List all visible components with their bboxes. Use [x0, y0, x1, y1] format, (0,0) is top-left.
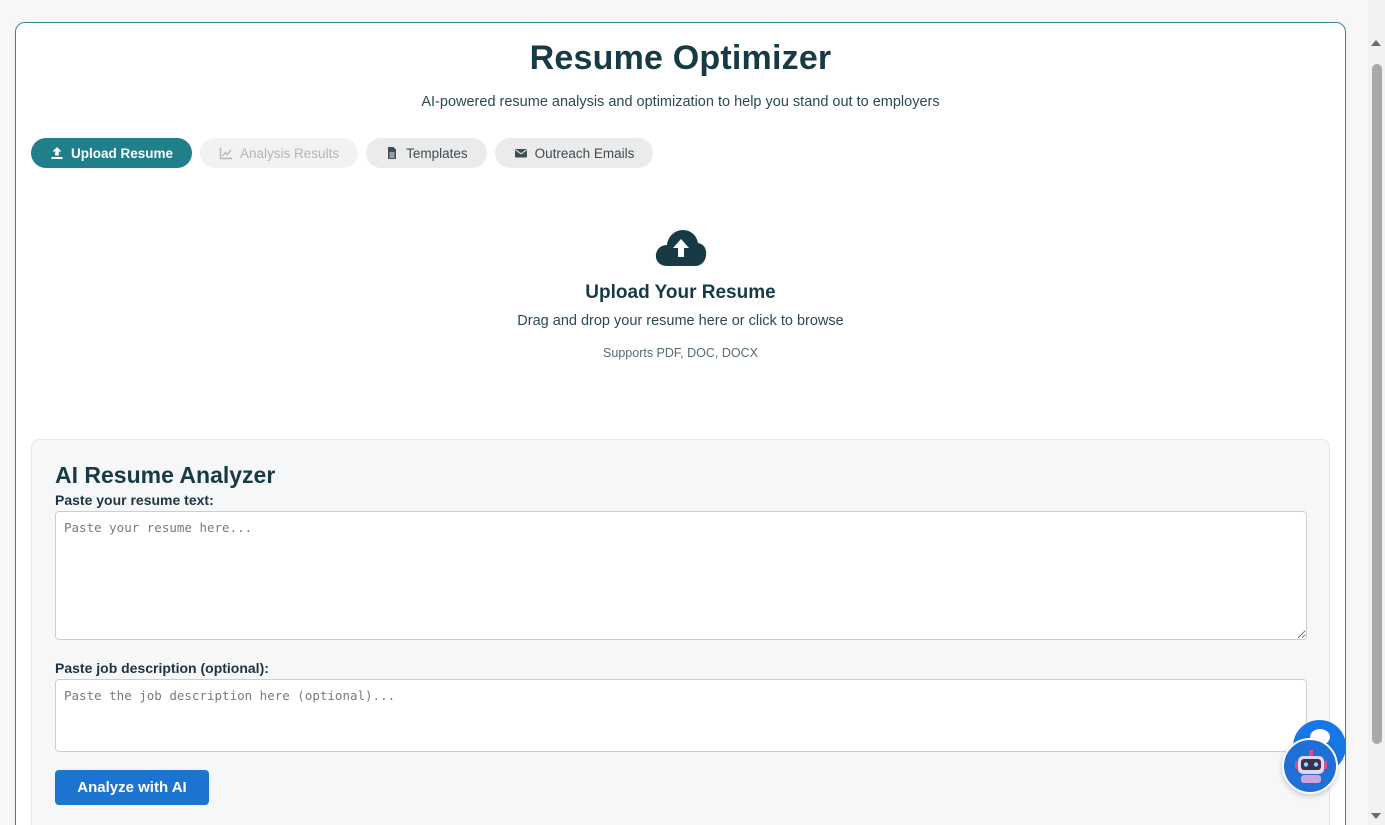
tab-upload-resume[interactable]: Upload Resume	[31, 138, 193, 168]
upload-title: Upload Your Resume	[585, 282, 776, 303]
tab-outreach-emails[interactable]: Outreach Emails	[494, 138, 654, 168]
tab-label: Upload Resume	[71, 145, 174, 161]
main-card: Resume Optimizer AI-powered resume analy…	[15, 22, 1346, 825]
upload-description: Drag and drop your resume here or click …	[517, 313, 844, 329]
page-title: Resume Optimizer	[529, 39, 832, 77]
upload-icon	[51, 147, 63, 159]
page-subtitle: AI-powered resume analysis and optimizat…	[421, 94, 940, 110]
chart-line-icon	[219, 147, 233, 160]
tab-label: Analysis Results	[240, 145, 340, 161]
scroll-up-arrow-icon[interactable]	[1371, 40, 1381, 46]
robot-icon	[1295, 750, 1327, 783]
assistant-launcher-button[interactable]	[1282, 738, 1338, 794]
job-description-label: Paste job description (optional):	[55, 660, 269, 676]
ai-resume-analyzer: AI Resume Analyzer Paste your resume tex…	[31, 439, 1330, 825]
upload-dropzone[interactable]: Upload Your Resume Drag and drop your re…	[16, 228, 1345, 360]
analyzer-title: AI Resume Analyzer	[55, 462, 276, 488]
resume-text-input[interactable]	[55, 511, 1307, 640]
job-description-input[interactable]	[55, 679, 1307, 752]
scroll-down-arrow-icon[interactable]	[1371, 813, 1381, 819]
scrollbar-thumb[interactable]	[1372, 64, 1382, 744]
analyze-with-ai-button[interactable]: Analyze with AI	[55, 770, 209, 805]
tab-label: Outreach Emails	[534, 145, 635, 161]
tab-templates[interactable]: Templates	[366, 138, 487, 168]
file-icon	[388, 147, 397, 159]
page-scrollbar[interactable]	[1368, 0, 1385, 825]
envelope-icon	[514, 149, 527, 158]
upload-supported-formats: Supports PDF, DOC, DOCX	[603, 346, 758, 360]
tab-analysis-results[interactable]: Analysis Results	[200, 138, 359, 168]
cloud-upload-icon	[655, 230, 706, 266]
tab-label: Templates	[406, 145, 468, 161]
resume-text-label: Paste your resume text:	[55, 492, 214, 508]
tab-bar: Upload Resume Analysis Results Templates…	[31, 138, 654, 168]
